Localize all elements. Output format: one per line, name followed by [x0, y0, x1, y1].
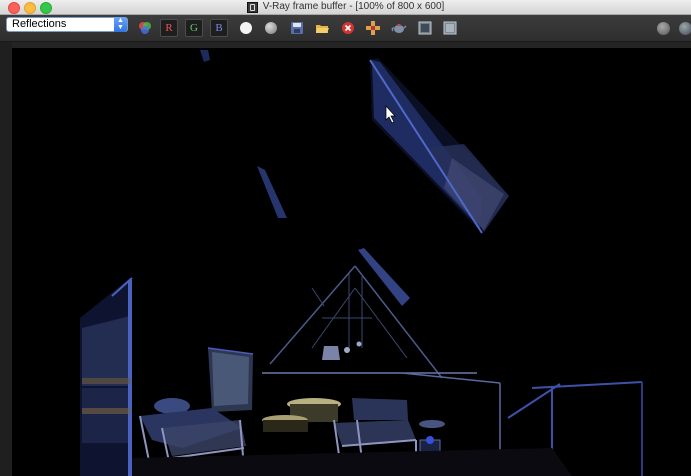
blue-channel-button[interactable]: B — [210, 19, 228, 37]
chevron-updown-icon: ▲ ▼ — [114, 17, 127, 32]
render-viewport[interactable] — [12, 48, 691, 476]
toolbar: Reflections ▲ ▼ R G B — [0, 15, 691, 42]
red-channel-button[interactable]: R — [160, 19, 178, 37]
save-image-button[interactable] — [288, 19, 306, 37]
open-folder-icon — [315, 24, 329, 33]
window-title: V-Ray frame buffer - [100% of 800 x 600] — [262, 1, 445, 12]
green-channel-button[interactable]: G — [185, 19, 203, 37]
clear-image-icon — [342, 22, 354, 34]
rendered-scene-image — [12, 48, 691, 476]
white-circle-icon — [240, 22, 252, 34]
history-button[interactable] — [441, 19, 459, 37]
vray-app-icon — [246, 1, 258, 13]
history-icon — [443, 21, 457, 35]
rgb-channels-button[interactable] — [136, 19, 154, 37]
gray-circle-button[interactable] — [262, 19, 280, 37]
save-image-icon — [291, 22, 303, 34]
region-render-icon — [366, 21, 380, 35]
white-circle-button[interactable] — [237, 19, 255, 37]
left-frame-border — [0, 42, 12, 476]
globe-button[interactable] — [676, 19, 691, 37]
region-render-button[interactable] — [364, 19, 382, 37]
globe-icon — [678, 21, 691, 35]
track-mouse-icon — [418, 21, 432, 35]
vfb-window: V-Ray frame buffer - [100% of 800 x 600]… — [0, 0, 691, 476]
rgb-channels-icon — [139, 22, 151, 34]
render-channel-value: Reflections — [12, 18, 67, 30]
render-channel-select[interactable]: Reflections ▲ ▼ — [6, 17, 128, 32]
clear-image-button[interactable] — [339, 19, 357, 37]
settings-button[interactable] — [654, 19, 672, 37]
gray-circle-icon — [265, 22, 277, 34]
settings-icon — [656, 21, 670, 35]
track-mouse-button[interactable] — [416, 19, 434, 37]
teapot-render-icon — [391, 24, 407, 33]
open-folder-button[interactable] — [313, 19, 331, 37]
teapot-render-button[interactable] — [390, 19, 408, 37]
title-bar: V-Ray frame buffer - [100% of 800 x 600] — [0, 0, 691, 15]
